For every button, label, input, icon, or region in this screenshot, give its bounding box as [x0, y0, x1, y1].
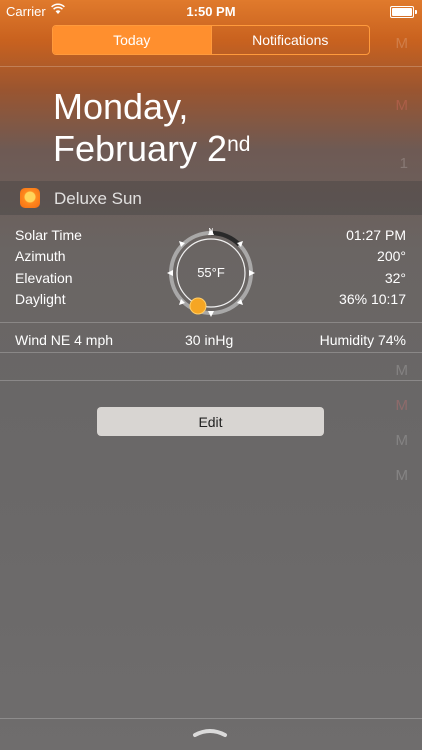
divider [0, 66, 422, 67]
pressure-label: 30 inHg [185, 332, 234, 348]
background-ghost-text: 1 [399, 155, 408, 172]
today-notifications-segmented-control: Today Notifications [52, 25, 370, 55]
widget-header[interactable]: Deluxe Sun [0, 181, 422, 215]
background-ghost-text: M [395, 397, 409, 414]
deluxe-sun-app-icon [20, 188, 40, 208]
chevron-up-handle-icon[interactable] [192, 726, 228, 738]
daylight-value: 36% 10:17 [339, 291, 406, 307]
tab-notifications[interactable]: Notifications [210, 26, 370, 54]
widget-app-name: Deluxe Sun [54, 189, 142, 208]
battery-icon [390, 6, 417, 18]
status-time: 1:50 PM [186, 4, 236, 19]
divider [0, 718, 422, 719]
divider [0, 322, 422, 323]
tab-today[interactable]: Today [53, 26, 211, 54]
month-day-text: February 2 [53, 128, 228, 169]
background-ghost-text: M [395, 432, 409, 449]
wind-label: Wind NE 4 mph [15, 332, 114, 348]
humidity-label: Humidity 74% [319, 332, 406, 348]
azimuth-label: Azimuth [15, 248, 66, 264]
azimuth-value: 200° [377, 248, 406, 264]
edit-button[interactable]: Edit [97, 407, 324, 436]
weekday: Monday, [53, 86, 189, 127]
month-day: February 2nd [53, 128, 250, 170]
divider [0, 352, 422, 353]
elevation-value: 32° [384, 270, 406, 286]
background-ghost-text: M [395, 97, 409, 114]
background-ghost-text: M [395, 35, 409, 52]
divider [0, 380, 422, 381]
day-suffix: nd [227, 133, 251, 156]
background-ghost-text: M [395, 467, 409, 484]
solar-time-value: 01:27 PM [346, 227, 406, 243]
status-bar: Carrier 1:50 PM [0, 0, 422, 22]
date-heading: Monday, February 2nd [53, 86, 250, 170]
solar-time-label: Solar Time [15, 227, 82, 243]
compass-north-label: N [208, 228, 213, 235]
sun-position-icon [189, 297, 207, 315]
background-ghost-text: M [395, 362, 409, 379]
daylight-label: Daylight [15, 291, 66, 307]
temperature-label: 55°F [197, 265, 225, 280]
elevation-label: Elevation [15, 270, 73, 286]
sun-compass: N 55°F [167, 228, 255, 317]
